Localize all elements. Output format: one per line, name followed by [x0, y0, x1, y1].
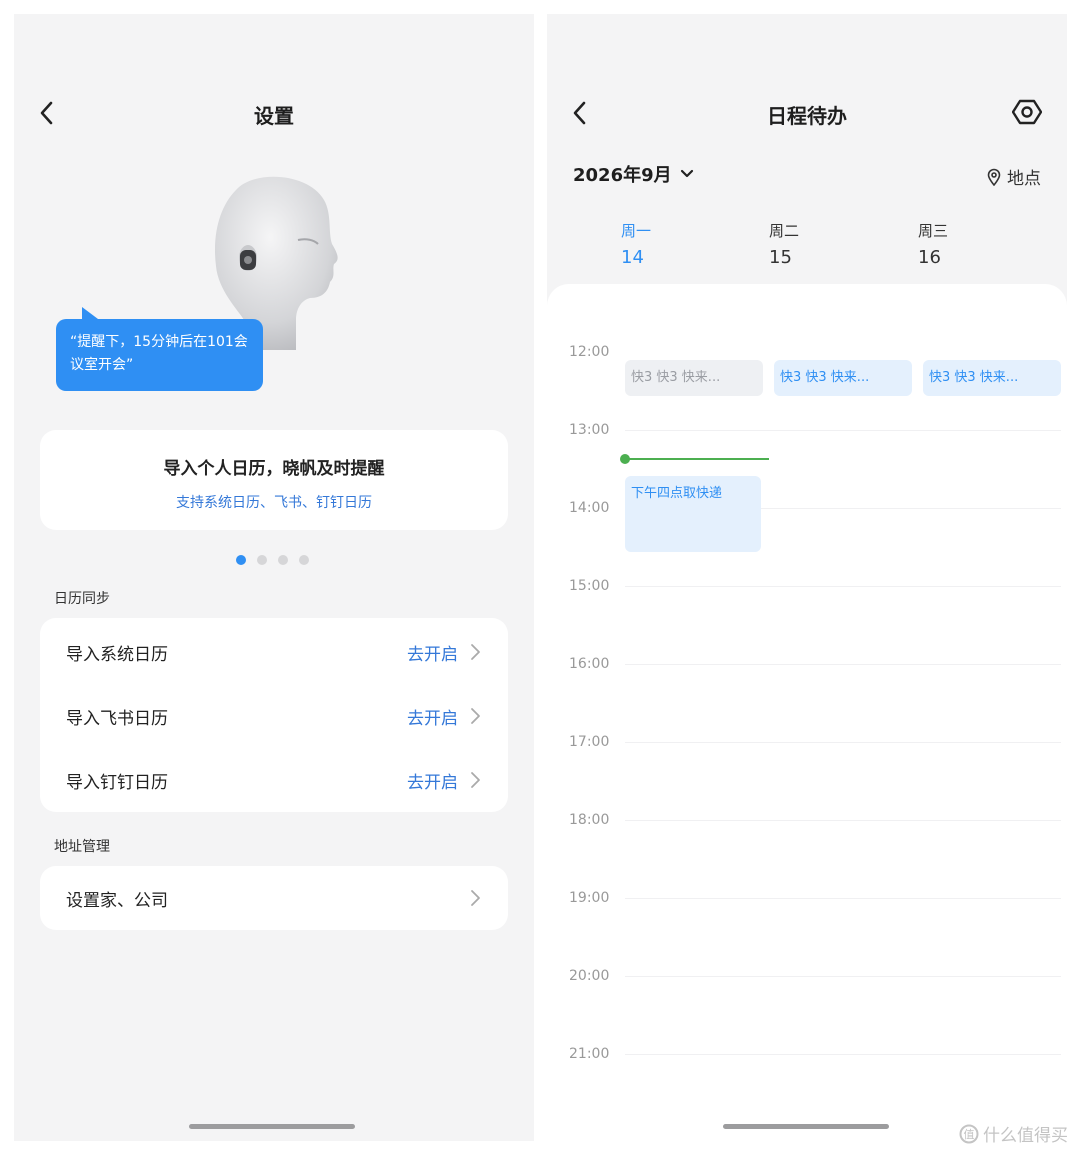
address-list: 设置家、公司 [40, 866, 508, 930]
enable-link[interactable]: 去开启 [407, 640, 458, 665]
day-column-wed[interactable]: 周三 16 [918, 220, 1038, 268]
promo-title: 导入个人日历，晓帆及时提醒 [163, 459, 385, 479]
carousel-dot[interactable] [299, 555, 309, 565]
section-label-calendar-sync: 日历同步 [54, 591, 110, 607]
import-system-calendar-row[interactable]: 导入系统日历 去开启 [40, 620, 508, 684]
day-name: 周二 [769, 222, 800, 240]
watermark-text: 什么值得买 [983, 1126, 1068, 1146]
reminder-speech-bubble: “提醒下，15分钟后在101会议室开会” [56, 307, 263, 391]
watermark: 值 什么值得买 [959, 1121, 1068, 1146]
event-block[interactable]: 下午四点取快递 [625, 476, 761, 552]
set-home-company-row[interactable]: 设置家、公司 [40, 866, 508, 930]
import-dingtalk-calendar-row[interactable]: 导入钉钉日历 去开启 [40, 748, 508, 812]
page-title: 设置 [254, 104, 294, 128]
time-label: 16:00 [569, 656, 610, 672]
event-title: 下午四点取快递 [631, 486, 723, 501]
chevron-right-icon [471, 708, 480, 724]
time-label: 15:00 [569, 578, 610, 594]
hour-gridline [625, 664, 1061, 665]
time-label: 13:00 [569, 422, 610, 438]
svg-text:值: 值 [964, 1128, 975, 1141]
carousel-indicator [236, 555, 309, 565]
row-label: 导入钉钉日历 [66, 772, 168, 793]
page-title: 日程待办 [767, 104, 847, 128]
promo-subtitle: 支持系统日历、飞书、钉钉日历 [176, 495, 372, 511]
row-label: 导入系统日历 [66, 644, 168, 665]
watermark-logo-icon: 值 [959, 1124, 979, 1143]
hour-gridline [625, 1054, 1061, 1055]
day-number: 14 [621, 247, 644, 268]
hour-gridline [625, 976, 1061, 977]
time-label: 14:00 [569, 500, 610, 516]
location-pin-icon [987, 168, 1001, 186]
chevron-right-icon [471, 890, 480, 906]
month-label: 2026年9月 [573, 165, 672, 186]
location-filter[interactable]: 地点 [987, 164, 1041, 189]
hour-gridline [625, 586, 1061, 587]
time-label: 18:00 [569, 812, 610, 828]
promo-card[interactable]: 导入个人日历，晓帆及时提醒 支持系统日历、飞书、钉钉日历 [40, 430, 508, 530]
home-indicator[interactable] [723, 1124, 889, 1129]
calendar-sync-list: 导入系统日历 去开启 导入飞书日历 去开启 导入钉钉日历 去开启 [40, 618, 508, 812]
chevron-right-icon [471, 644, 480, 660]
import-feishu-calendar-row[interactable]: 导入飞书日历 去开启 [40, 684, 508, 748]
chevron-right-icon [471, 772, 480, 788]
enable-link[interactable]: 去开启 [407, 704, 458, 729]
time-label: 20:00 [569, 968, 610, 984]
event-chip[interactable]: 快3 快3 快来... [625, 360, 763, 396]
event-chip[interactable]: 快3 快3 快来... [774, 360, 912, 396]
time-label: 21:00 [569, 1046, 610, 1062]
time-label: 17:00 [569, 734, 610, 750]
enable-link[interactable]: 去开启 [407, 768, 458, 793]
time-label: 19:00 [569, 890, 610, 906]
schedule-screen: 日程待办 2026年9月 地点 周一 14 周二 15 周三 16 12:00 1… [547, 14, 1067, 1141]
timeline-sheet[interactable]: 12:00 13:00 14:00 15:00 16:00 17:00 18:00 19:00… [547, 284, 1067, 1141]
location-label: 地点 [1007, 169, 1041, 189]
day-name: 周一 [621, 222, 652, 240]
current-time-line [627, 458, 769, 460]
carousel-dot[interactable] [236, 555, 246, 565]
hour-gridline [625, 820, 1061, 821]
carousel-dot[interactable] [278, 555, 288, 565]
month-selector[interactable]: 2026年9月 [573, 161, 694, 187]
carousel-dot[interactable] [257, 555, 267, 565]
settings-screen: 设置 “提醒下，15分钟后在101会议室开会” 导入个人日历，晓帆及时提醒 支持… [14, 14, 534, 1141]
row-label: 导入飞书日历 [66, 708, 168, 729]
event-chip[interactable]: 快3 快3 快来... [923, 360, 1061, 396]
day-column-mon[interactable]: 周一 14 [621, 220, 741, 268]
hour-gridline [625, 742, 1061, 743]
day-number: 16 [918, 247, 941, 268]
day-name: 周三 [918, 222, 949, 240]
hour-gridline [625, 898, 1061, 899]
section-label-address: 地址管理 [54, 839, 110, 855]
time-label: 12:00 [569, 344, 610, 360]
chevron-down-icon [680, 169, 693, 178]
settings-gear-icon[interactable] [1011, 96, 1043, 128]
day-number: 15 [769, 247, 792, 268]
row-label: 设置家、公司 [66, 890, 168, 911]
bubble-text: “提醒下，15分钟后在101会议室开会” [70, 334, 248, 373]
home-indicator[interactable] [189, 1124, 355, 1129]
hour-gridline [625, 430, 1061, 431]
day-column-tue[interactable]: 周二 15 [769, 220, 889, 268]
